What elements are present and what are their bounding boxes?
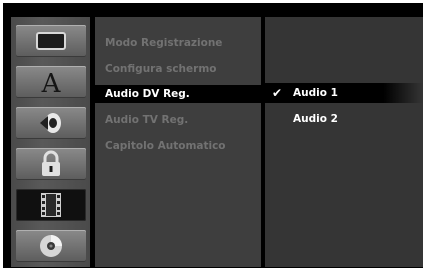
osd-screen: A Modo Registrazione Configura schermo A… [3, 3, 423, 268]
sidebar-item-disc[interactable] [16, 230, 86, 262]
svg-text:A: A [41, 69, 62, 96]
option-label: Audio 1 [293, 87, 338, 99]
option-audio-2[interactable]: Audio 2 [265, 109, 423, 129]
disc-icon [40, 235, 62, 257]
option-audio-1[interactable]: ✔ Audio 1 [265, 83, 423, 103]
options-panel: ✔ Audio 1 Audio 2 [265, 17, 423, 267]
sidebar-item-audio[interactable] [16, 107, 86, 139]
menu-item-audio-dv-reg[interactable]: Audio DV Reg. [95, 85, 261, 103]
letter-a-language-icon: A [41, 69, 62, 96]
film-strip-icon [41, 193, 61, 217]
menu-item-configura-schermo[interactable]: Configura schermo [105, 60, 255, 78]
sidebar-item-display[interactable] [16, 25, 86, 57]
sidebar-item-lock[interactable] [16, 148, 86, 180]
sidebar-item-recording[interactable] [16, 189, 86, 221]
menu-item-capitolo-automatico[interactable]: Capitolo Automatico [105, 137, 255, 155]
menu-item-modo-registrazione[interactable]: Modo Registrazione [105, 34, 255, 52]
menu-item-audio-tv-reg[interactable]: Audio TV Reg. [105, 111, 255, 129]
screen-rectangle-icon [36, 32, 66, 50]
settings-menu: Modo Registrazione Configura schermo Aud… [95, 17, 261, 267]
speaker-audio-icon [40, 113, 61, 133]
sidebar-item-language[interactable]: A [16, 66, 86, 98]
padlock-icon [42, 150, 60, 176]
option-label: Audio 2 [293, 113, 338, 125]
icon-sidebar: A [11, 17, 90, 267]
checkmark-icon: ✔ [272, 86, 283, 100]
